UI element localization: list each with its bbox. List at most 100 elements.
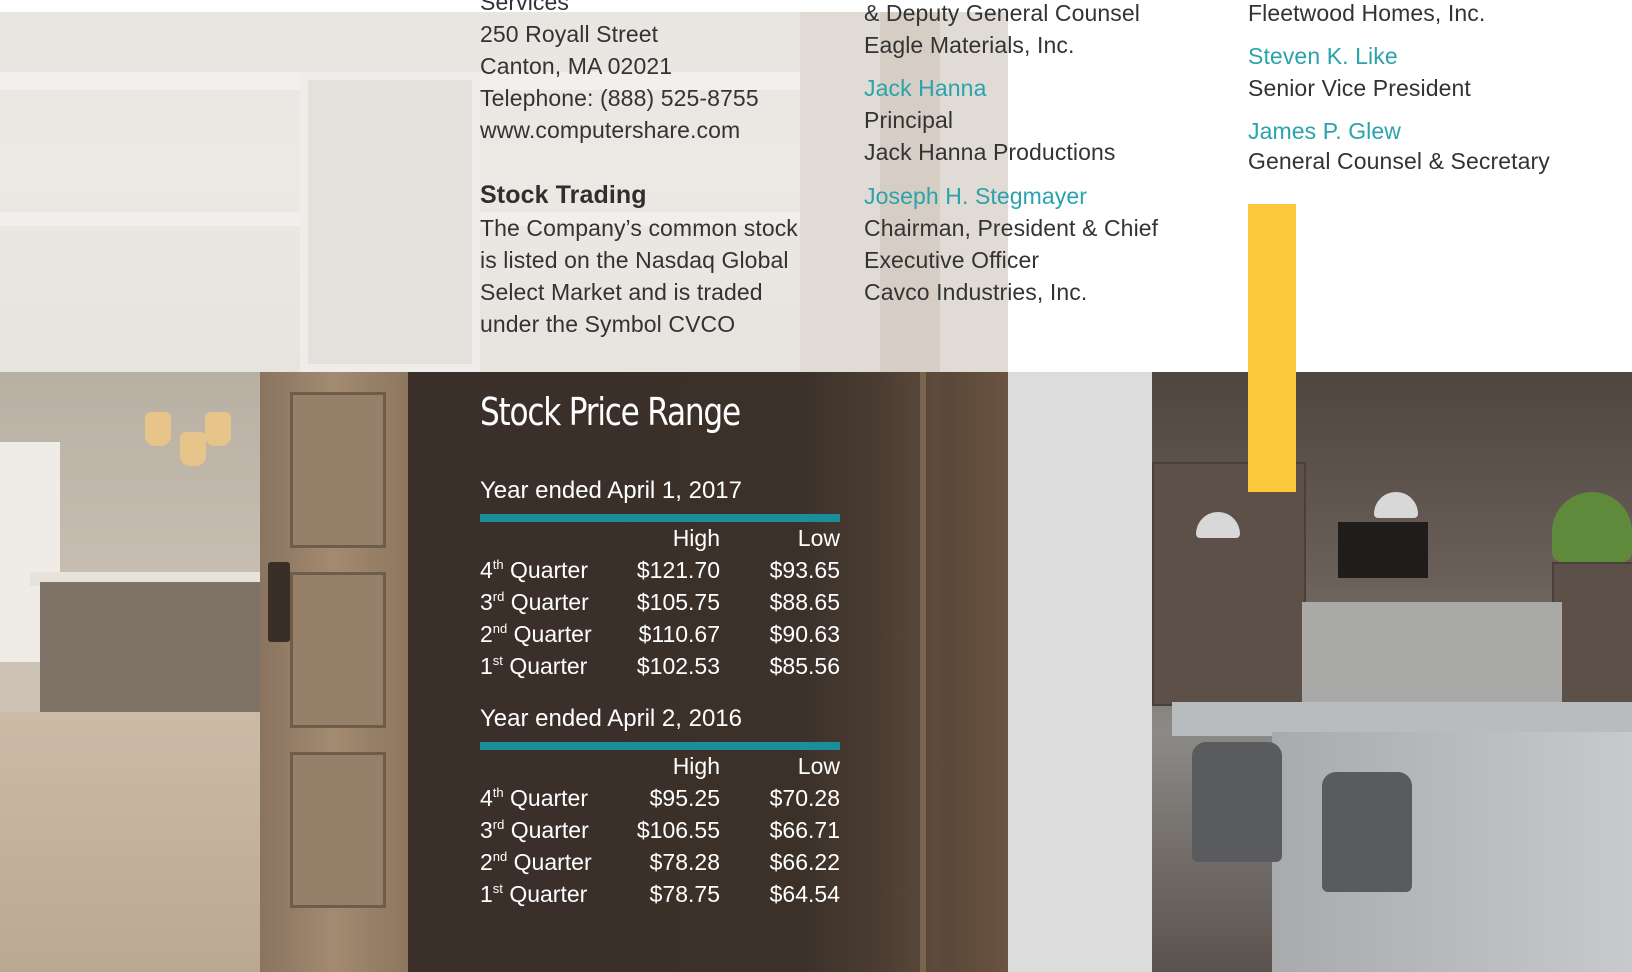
table-header-row: High Low xyxy=(480,522,840,554)
director-name: Joseph H. Stegmayer xyxy=(864,183,1088,209)
officer-partial-block: Fleetwood Homes, Inc. xyxy=(1248,0,1485,29)
officer-title: Senior Vice President xyxy=(1248,75,1471,101)
quarter-suffix: rd xyxy=(492,817,505,832)
director-company: Eagle Materials, Inc. xyxy=(864,32,1075,58)
quarter-suffix: st xyxy=(492,653,503,668)
barn-door-image xyxy=(300,72,480,372)
kitchen-photo-left xyxy=(0,372,408,972)
door-handle-image xyxy=(268,562,290,642)
grey-divider-strip xyxy=(1008,372,1152,972)
quarter-suffix: st xyxy=(492,881,503,896)
quarter-label: Quarter xyxy=(513,849,592,875)
high-value: $78.28 xyxy=(649,849,720,875)
high-value: $95.25 xyxy=(649,785,720,811)
officer-name: Steven K. Like xyxy=(1248,43,1398,69)
quarter-suffix: rd xyxy=(492,589,505,604)
director-partial-block: & Deputy General Counsel Eagle Materials… xyxy=(864,0,1140,61)
address-website: www.computershare.com xyxy=(480,117,741,143)
table-row: 4th Quarter $121.70 $93.65 xyxy=(480,554,840,586)
low-value: $64.54 xyxy=(769,881,840,907)
stock-trading-block: Stock Trading The Company’s common stock… xyxy=(480,178,798,340)
quarter-number: 2 xyxy=(480,621,493,647)
quarter-number: 1 xyxy=(480,653,493,679)
director-block-stegmayer: Joseph H. Stegmayer Chairman, President … xyxy=(864,180,1158,308)
address-street: 250 Royall Street xyxy=(480,21,659,47)
high-header: High xyxy=(672,525,720,551)
table-row: 1st Quarter $78.75 $64.54 xyxy=(480,878,840,910)
stock-price-title: Stock Price Range xyxy=(480,390,741,434)
table-row: 2nd Quarter $78.28 $66.22 xyxy=(480,846,840,878)
quarter-suffix: nd xyxy=(492,849,508,864)
quarter-label: Quarter xyxy=(510,785,589,811)
officer-block-glew: James P. Glew General Counsel & Secretar… xyxy=(1248,116,1550,176)
low-value: $88.65 xyxy=(769,589,840,615)
director-block-hanna: Jack Hanna Principal Jack Hanna Producti… xyxy=(864,72,1116,168)
quarter-suffix: nd xyxy=(492,621,508,636)
table-header-row: High Low xyxy=(480,750,840,782)
table-row: 3rd Quarter $106.55 $66.71 xyxy=(480,814,840,846)
stock-trading-line: The Company’s common stock xyxy=(480,215,798,241)
teal-rule xyxy=(480,742,840,750)
stock-trading-heading: Stock Trading xyxy=(480,181,647,209)
officer-block-like: Steven K. Like Senior Vice President xyxy=(1248,40,1471,104)
stock-trading-line: under the Symbol CVCO xyxy=(480,311,736,337)
low-value: $90.63 xyxy=(769,621,840,647)
high-header: High xyxy=(672,753,720,779)
year-heading: Year ended April 2, 2016 xyxy=(480,705,742,732)
quarter-number: 3 xyxy=(480,817,493,843)
year-heading: Year ended April 1, 2017 xyxy=(480,477,742,504)
address-city: Canton, MA 02021 xyxy=(480,53,673,79)
yellow-accent-bar xyxy=(1248,204,1296,492)
quarter-label: Quarter xyxy=(509,881,588,907)
low-value: $70.28 xyxy=(769,785,840,811)
officer-company: Fleetwood Homes, Inc. xyxy=(1248,0,1486,26)
table-row: 4th Quarter $95.25 $70.28 xyxy=(480,782,840,814)
kitchen-photo-right xyxy=(1152,372,1632,972)
address-partial: Services xyxy=(480,0,569,15)
high-value: $121.70 xyxy=(636,557,720,583)
quarter-label: Quarter xyxy=(509,653,588,679)
officer-title: General Counsel & Secretary xyxy=(1248,148,1550,174)
tv-image xyxy=(1338,522,1428,578)
stock-trading-line: is listed on the Nasdaq Global xyxy=(480,247,789,273)
high-value: $110.67 xyxy=(638,621,720,647)
stock-trading-line: Select Market and is traded xyxy=(480,279,763,305)
quarter-label: Quarter xyxy=(510,557,589,583)
low-value: $66.22 xyxy=(769,849,840,875)
quarter-number: 3 xyxy=(480,589,493,615)
director-title: Principal xyxy=(864,107,954,133)
high-value: $106.55 xyxy=(636,817,720,843)
address-phone: Telephone: (888) 525-8755 xyxy=(480,85,759,111)
quarter-label: Quarter xyxy=(510,817,589,843)
quarter-suffix: th xyxy=(492,785,504,800)
table-row: 2nd Quarter $110.67 $90.63 xyxy=(480,618,840,650)
quarter-number: 2 xyxy=(480,849,493,875)
table-row: 3rd Quarter $105.75 $88.65 xyxy=(480,586,840,618)
transfer-agent-block: Services 250 Royall Street Canton, MA 02… xyxy=(480,0,759,146)
director-company: Cavco Industries, Inc. xyxy=(864,279,1088,305)
quarter-number: 4 xyxy=(480,557,493,583)
director-title: Executive Officer xyxy=(864,247,1040,273)
teal-rule xyxy=(480,514,840,522)
low-value: $85.56 xyxy=(769,653,840,679)
low-value: $66.71 xyxy=(769,817,840,843)
low-value: $93.65 xyxy=(769,557,840,583)
high-value: $78.75 xyxy=(649,881,720,907)
high-value: $105.75 xyxy=(636,589,720,615)
director-company: Jack Hanna Productions xyxy=(864,139,1116,165)
director-title: Chairman, President & Chief xyxy=(864,215,1159,241)
quarter-number: 1 xyxy=(480,881,493,907)
quarter-suffix: th xyxy=(492,557,504,572)
high-value: $102.53 xyxy=(636,653,720,679)
quarter-label: Quarter xyxy=(513,621,592,647)
low-header: Low xyxy=(797,525,840,551)
officer-name: James P. Glew xyxy=(1248,118,1401,144)
quarter-label: Quarter xyxy=(510,589,589,615)
stock-table-2017: Year ended April 1, 2017 High Low 4th Qu… xyxy=(480,476,840,682)
director-title: & Deputy General Counsel xyxy=(864,0,1140,26)
quarter-number: 4 xyxy=(480,785,493,811)
stock-table-2016: Year ended April 2, 2016 High Low 4th Qu… xyxy=(480,704,840,910)
low-header: Low xyxy=(797,753,840,779)
director-name: Jack Hanna xyxy=(864,75,987,101)
table-row: 1st Quarter $102.53 $85.56 xyxy=(480,650,840,682)
